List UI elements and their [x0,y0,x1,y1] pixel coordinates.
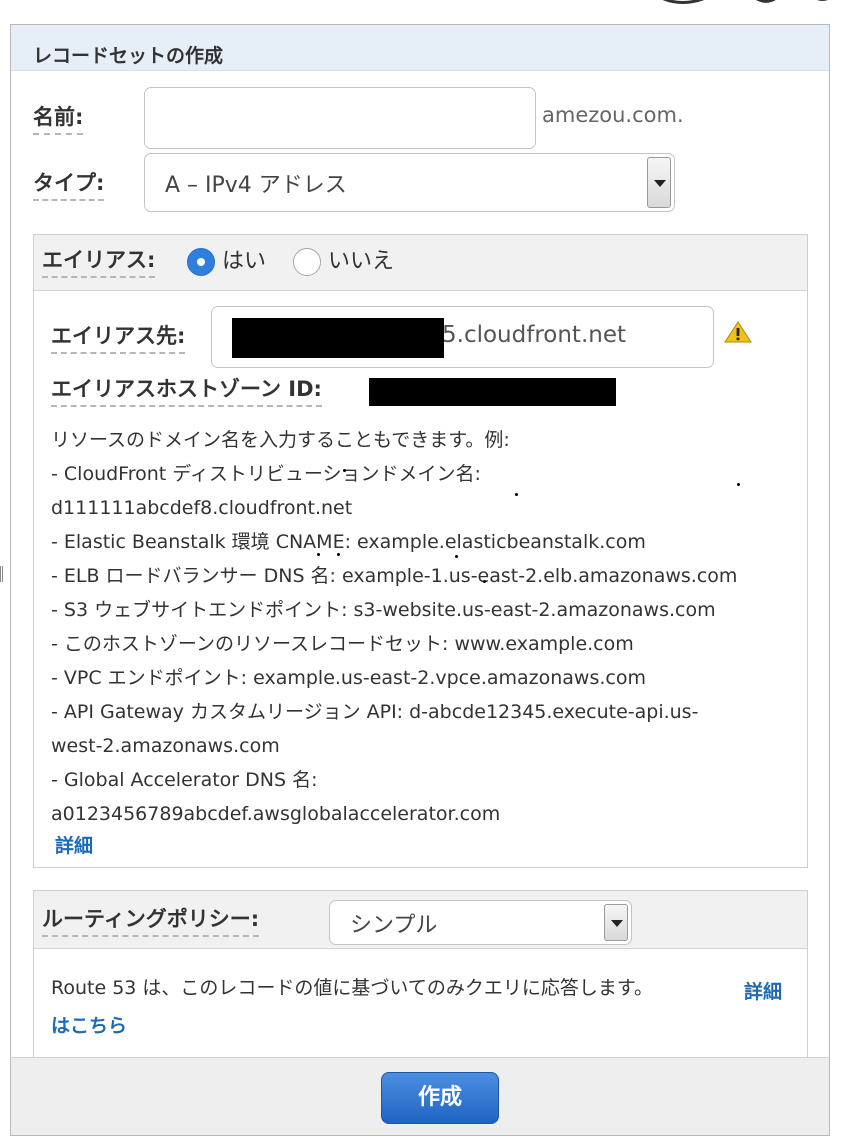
help-line: west-2.amazonaws.com [51,735,280,757]
help-line: - API Gateway カスタムリージョン API: d-abcde1234… [51,701,699,723]
panel-footer: 作成 [11,1057,829,1135]
page-decoration [662,0,828,4]
type-label: タイプ: [33,169,105,201]
panel-header: レコードセットの作成 [11,25,829,71]
type-select[interactable]: A – IPv4 アドレス [144,153,675,212]
domain-suffix: amezou.com. [542,103,684,127]
alias-label: エイリアス: [42,246,156,278]
alias-target-input[interactable]: 5.cloudfront.net [211,306,714,368]
routing-policy-value: シンプル [350,912,438,938]
help-line: - CloudFront ディストリビューションドメイン名: [51,463,481,485]
help-line: - ELB ロードバランサー DNS 名: example-1.us-east-… [51,565,738,587]
help-line: - S3 ウェブサイトエンドポイント: s3-website.us-east-2… [51,599,716,621]
alias-details-link[interactable]: 詳細 [55,831,93,858]
redacted-block [232,318,444,358]
resize-handle[interactable] [0,566,3,582]
warning-icon [724,321,752,343]
panel-title: レコードセットの作成 [33,45,224,67]
help-line: - Global Accelerator DNS 名: [51,769,318,791]
learn-more-link-continued[interactable]: はこちら [51,1011,127,1038]
chevron-down-icon[interactable] [604,904,628,941]
create-button[interactable]: 作成 [381,1072,499,1124]
alias-yes-radio[interactable] [187,248,215,276]
alias-yes-label[interactable]: はい [222,248,266,276]
routing-policy-label: ルーティングポリシー: [42,905,260,937]
routing-description: Route 53 は、このレコードの値に基づいてのみクエリに応答します。 [51,971,653,1005]
name-label: 名前: [33,103,84,135]
help-line: a0123456789abcdef.awsglobalaccelerator.c… [51,803,501,825]
learn-more-link[interactable]: 詳細 [744,977,782,1004]
artifact-dot [737,483,740,486]
name-input[interactable] [144,87,536,149]
help-line: d111111abcdef8.cloudfront.net [51,497,353,519]
artifact-dot [317,553,320,556]
alias-no-label[interactable]: いいえ [328,248,394,276]
routing-description-text: Route 53 は、このレコードの値に基づいてのみクエリに応答します。 [51,977,653,999]
type-select-value: A – IPv4 アドレス [165,172,347,198]
help-line: - Elastic Beanstalk 環境 CNAME: example.el… [51,531,646,553]
artifact-dot [337,553,340,556]
artifact-dot [455,555,458,558]
alias-target-label: エイリアス先: [51,322,186,354]
artifact-dot [515,493,518,496]
help-line: - このホストゾーンのリソースレコードセット: www.example.com [51,633,634,655]
artifact-dot [483,580,486,583]
chevron-down-icon[interactable] [647,157,671,208]
create-record-set-panel: レコードセットの作成 名前: amezou.com. タイプ: A – IPv4… [10,24,830,1136]
help-line: - VPC エンドポイント: example.us-east-2.vpce.am… [51,667,646,689]
alias-header: エイリアス: はい いいえ [34,235,807,291]
hosted-zone-redacted [369,378,616,406]
alias-no-radio[interactable] [293,248,321,276]
routing-policy-select[interactable]: シンプル [329,900,632,945]
hosted-zone-label: エイリアスホストゾーン ID: [51,375,322,407]
artifact-dot [343,469,346,472]
help-intro: リソースのドメイン名を入力することもできます。例: [51,429,510,451]
